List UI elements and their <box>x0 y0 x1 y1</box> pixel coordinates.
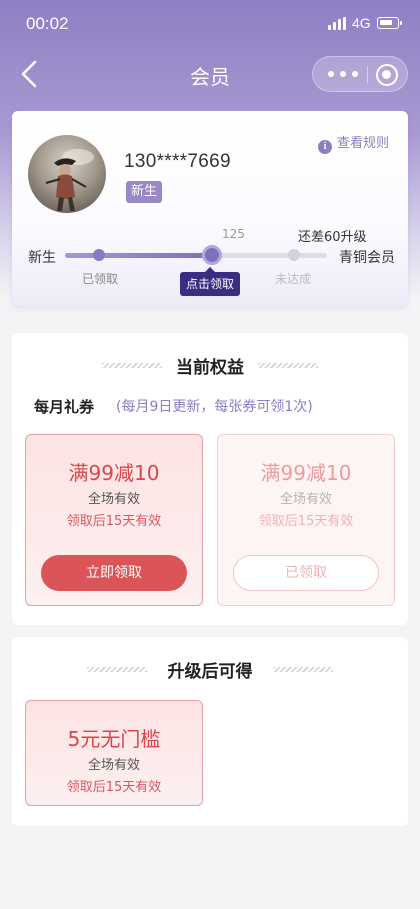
network-type: 4G <box>352 15 371 31</box>
remaining-to-upgrade: 还差60升级 <box>298 230 367 245</box>
stage-node-claimed <box>93 249 105 261</box>
title-decoration-right <box>258 363 318 368</box>
upgrade-benefits-title: 升级后可得 <box>167 662 253 682</box>
progress-fill <box>65 253 212 258</box>
claim-now-button[interactable]: 立即领取 <box>41 555 187 591</box>
coupon-scope: 全场有效 <box>87 758 140 773</box>
coupon-amount: 5元无门槛 <box>67 727 161 751</box>
coupon-validity: 领取后15天有效 <box>66 780 162 795</box>
stage-label-claimed: 已领取 <box>82 272 119 286</box>
coupon-validity: 领取后15天有效 <box>66 514 162 529</box>
view-rules-link[interactable]: i 查看规则 <box>318 132 390 154</box>
coupon-amount: 满99减10 <box>260 461 352 485</box>
member-phone: 130****7669 <box>124 151 231 172</box>
progress-knob <box>202 245 222 265</box>
view-rules-label: 查看规则 <box>337 136 390 151</box>
claimed-button[interactable]: 已领取 <box>233 555 379 591</box>
level-badge: 新生 <box>126 181 163 203</box>
target-icon[interactable] <box>376 64 398 86</box>
monthly-coupons-note: (每月9日更新，每张券可领1次) <box>116 399 313 415</box>
avatar[interactable] <box>28 135 106 213</box>
next-level-label: 青铜会员 <box>339 250 395 266</box>
title-decoration-right <box>273 667 333 672</box>
avatar-image <box>45 149 94 211</box>
upgrade-coupon-card: 5元无门槛 全场有效 领取后15天有效 <box>25 700 203 806</box>
current-level-label: 新生 <box>28 250 56 266</box>
coupon-scope: 全场有效 <box>279 492 332 507</box>
stage-label-locked: 未达成 <box>275 272 312 286</box>
current-benefits-title: 当前权益 <box>176 358 244 378</box>
current-benefits-panel: 当前权益 每月礼券 (每月9日更新，每张券可领1次) 满99减10 全场有效 领… <box>12 333 408 625</box>
signal-icon <box>328 17 348 30</box>
monthly-coupons-label: 每月礼券 <box>34 398 95 416</box>
coupon-scope: 全场有效 <box>87 492 140 507</box>
member-card: 130****7669 新生 i 查看规则 125 还差60升级 新生 青铜会员 … <box>12 111 408 306</box>
coupon-card: 满99减10 全场有效 领取后15天有效 立即领取 <box>25 434 203 606</box>
more-icon[interactable] <box>325 57 361 91</box>
status-bar: 00:02 4G <box>0 0 420 48</box>
upgrade-benefits-panel: 升级后可得 5元无门槛 全场有效 领取后15天有效 <box>12 637 408 826</box>
coupon-validity: 领取后15天有效 <box>258 514 354 529</box>
progress-value: 125 <box>222 227 245 241</box>
mini-program-capsule <box>312 56 408 92</box>
coupon-amount: 满99减10 <box>68 461 160 485</box>
stage-node-locked <box>288 249 300 261</box>
coupon-card-claimed: 满99减10 全场有效 领取后15天有效 已领取 <box>217 434 395 606</box>
navigation-bar: 会员 <box>0 50 420 98</box>
claim-stage-button[interactable]: 点击领取 <box>180 267 240 296</box>
capsule-divider <box>367 66 368 83</box>
battery-icon <box>377 17 402 29</box>
status-time: 00:02 <box>26 14 69 33</box>
info-icon: i <box>318 140 332 154</box>
